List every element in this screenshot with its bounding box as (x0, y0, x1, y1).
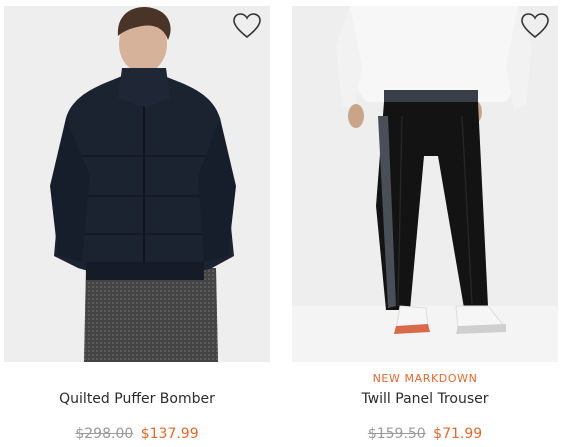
heart-outline-icon[interactable] (520, 12, 550, 40)
markdown-badge: NEW MARKDOWN (372, 372, 478, 385)
product-image[interactable] (4, 6, 270, 362)
product-card[interactable]: NEW MARKDOWN Twill Panel Trouser $159.50… (292, 0, 558, 447)
trouser-photo (292, 6, 558, 362)
price-row: $298.00 $137.99 (4, 426, 270, 442)
original-price: $159.50 (367, 426, 426, 442)
original-price: $298.00 (75, 426, 134, 442)
heart-outline-icon[interactable] (232, 12, 262, 40)
product-name[interactable]: Quilted Puffer Bomber (4, 391, 270, 407)
price-row: $159.50 $71.99 (292, 426, 558, 442)
jacket-photo (4, 6, 270, 362)
sale-price: $71.99 (433, 426, 483, 442)
sale-price: $137.99 (140, 426, 199, 442)
product-name[interactable]: Twill Panel Trouser (292, 391, 558, 407)
product-card[interactable]: Quilted Puffer Bomber $298.00 $137.99 (4, 0, 270, 447)
product-image[interactable] (292, 6, 558, 362)
